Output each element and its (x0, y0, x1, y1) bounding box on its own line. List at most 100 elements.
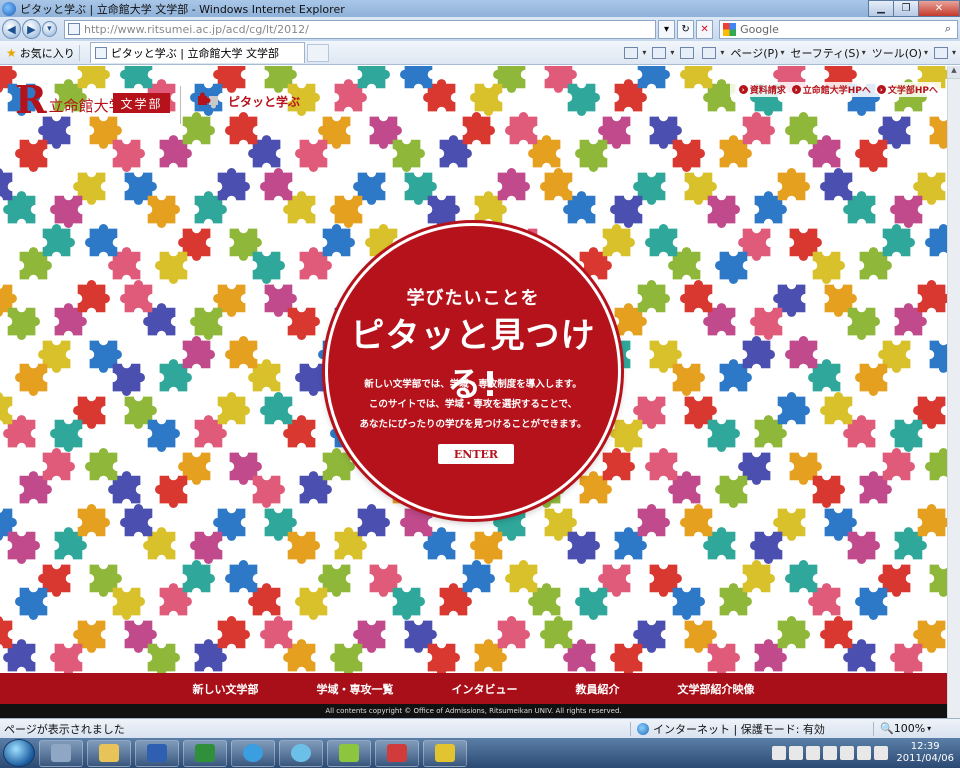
puzzle-piece-part (637, 504, 670, 537)
page-viewport: R 立命館大学 文学部 ピタッと学ぶ › 資料請求 › 立命館大学HPへ › 文学部H… (0, 66, 947, 718)
print-button[interactable]: ▾ (702, 46, 724, 59)
mail-button[interactable] (680, 46, 696, 59)
app-icon (339, 744, 359, 762)
favorites-star-icon[interactable]: ★ (6, 46, 17, 60)
puzzle-piece (750, 284, 806, 340)
ime-icon[interactable] (772, 746, 787, 760)
puzzle-piece-part (505, 112, 538, 145)
puzzle-piece (719, 112, 775, 168)
puzzle-piece-part (882, 448, 915, 481)
puzzle-piece-part (929, 340, 947, 373)
search-placeholder: Google (740, 22, 779, 36)
favorites-button[interactable]: お気に入り (20, 45, 75, 61)
puzzle-piece (684, 172, 740, 228)
search-input[interactable]: Google ⌕ (719, 19, 959, 39)
puzzle-piece (645, 448, 701, 504)
link-department-hp[interactable]: › 文学部HPへ (876, 83, 938, 96)
search-icon[interactable]: ⌕ (939, 22, 957, 36)
network-icon[interactable] (857, 746, 872, 760)
nav-fields-list[interactable]: 学域・専攻一覧 (299, 681, 412, 697)
ie-icon (243, 744, 263, 762)
link-request-materials[interactable]: › 資料請求 (738, 83, 786, 96)
stop-icon[interactable]: ✕ (696, 19, 714, 39)
taskbar-app-balloon[interactable] (279, 739, 323, 767)
puzzle-piece (194, 168, 250, 224)
zoom-control[interactable]: 🔍 100% ▾ (880, 722, 960, 735)
taskbar-app-folder[interactable] (87, 739, 131, 767)
close-button[interactable]: ✕ (918, 0, 960, 17)
puzzle-piece-part (707, 643, 740, 676)
puzzle-piece (85, 448, 141, 504)
nav-new-department[interactable]: 新しい文学部 (175, 681, 277, 697)
security-zone[interactable]: インターネット | 保護モード: 有効 (637, 721, 867, 737)
brand-title[interactable]: ピタッと学ぶ (196, 91, 300, 111)
flag-icon[interactable] (840, 746, 855, 760)
feeds-button[interactable]: ▾ (652, 46, 674, 59)
taskbar-app-camera[interactable] (375, 739, 419, 767)
start-button[interactable] (3, 739, 35, 767)
link-university-hp[interactable]: › 立命館大学HPへ (791, 83, 871, 96)
puzzle-piece (789, 452, 845, 508)
university-logo[interactable]: R 立命館大学 (15, 81, 124, 119)
puzzle-piece (855, 116, 911, 172)
hero-circle: 学びたいことを ピタッと見つける! 新しい文学部では、学域・専攻制度を導入します… (325, 223, 621, 519)
department-badge[interactable]: 文学部 (113, 93, 170, 113)
help-icon[interactable] (806, 746, 821, 760)
taskbar-app-word[interactable] (135, 739, 179, 767)
puzzle-piece (264, 284, 320, 340)
nav-faculty[interactable]: 教員紹介 (558, 681, 638, 697)
puzzle-piece-part (42, 224, 75, 257)
balloon-icon (291, 744, 311, 762)
new-tab-button[interactable] (306, 43, 329, 62)
ime-mode-icon[interactable] (789, 746, 804, 760)
hero-tagline-big: ピタッと見つける! (350, 316, 596, 405)
tools-menu[interactable]: ツール(O) ▾ (872, 45, 928, 61)
refresh-icon[interactable]: ↻ (677, 19, 695, 39)
help-button[interactable]: ▾ (933, 46, 956, 59)
puzzle-piece (859, 224, 915, 280)
clock[interactable]: 12:39 2011/04/06 (896, 741, 954, 765)
url-input[interactable]: http://www.ritsumei.ac.jp/acd/cg/lt/2012… (63, 19, 657, 39)
minimize-button[interactable]: ▁ (868, 0, 894, 17)
volume-icon[interactable] (874, 746, 889, 760)
puzzle-piece (680, 504, 736, 560)
puzzle-piece-part (77, 504, 110, 537)
puzzle-piece-part (217, 392, 250, 425)
taskbar-app-ftp[interactable] (423, 739, 467, 767)
puzzle-piece-part (427, 643, 460, 676)
home-button[interactable]: ▾ (624, 46, 646, 59)
safety-menu[interactable]: セーフティ(S) ▾ (790, 45, 865, 61)
puzzle-piece (894, 504, 947, 560)
forward-button[interactable]: ▶ (21, 19, 41, 39)
puzzle-piece-part (882, 224, 915, 257)
vertical-scrollbar[interactable]: ▲ (947, 66, 960, 718)
arrow-icon: › (738, 85, 748, 94)
puzzle-piece (719, 560, 775, 616)
nav-interview[interactable]: インタビュー (434, 681, 536, 697)
taskbar-app-green[interactable] (327, 739, 371, 767)
globe-icon (637, 722, 649, 735)
taskbar-app-excel[interactable] (183, 739, 227, 767)
url-dropdown-icon[interactable]: ▾ (658, 19, 676, 39)
puzzle-piece (540, 168, 596, 224)
back-button[interactable]: ◀ (2, 19, 21, 39)
puzzle-piece (505, 560, 561, 616)
page-menu[interactable]: ページ(P) ▾ (730, 45, 784, 61)
history-dropdown-icon[interactable]: ▾ (41, 21, 57, 37)
caps-kana-icon[interactable] (823, 746, 838, 760)
puzzle-piece-part (260, 392, 293, 425)
taskbar-app-explorer-window[interactable] (39, 739, 83, 767)
taskbar-app-ie[interactable] (231, 739, 275, 767)
puzzle-piece (715, 452, 771, 508)
maximize-button[interactable]: ❐ (893, 0, 919, 17)
puzzle-piece-part (357, 66, 390, 89)
tab-active[interactable]: ピタッと学ぶ | 立命館大学 文学部 (89, 42, 305, 63)
scroll-up-icon[interactable]: ▲ (948, 66, 960, 79)
puzzle-piece (614, 66, 670, 112)
enter-button[interactable]: ENTER (438, 444, 514, 464)
puzzle-piece (505, 112, 561, 168)
puzzle-piece-part (820, 392, 853, 425)
nav-video[interactable]: 文学部紹介映像 (660, 681, 773, 697)
puzzle-piece (789, 228, 845, 284)
puzzle-piece-part (777, 616, 810, 649)
